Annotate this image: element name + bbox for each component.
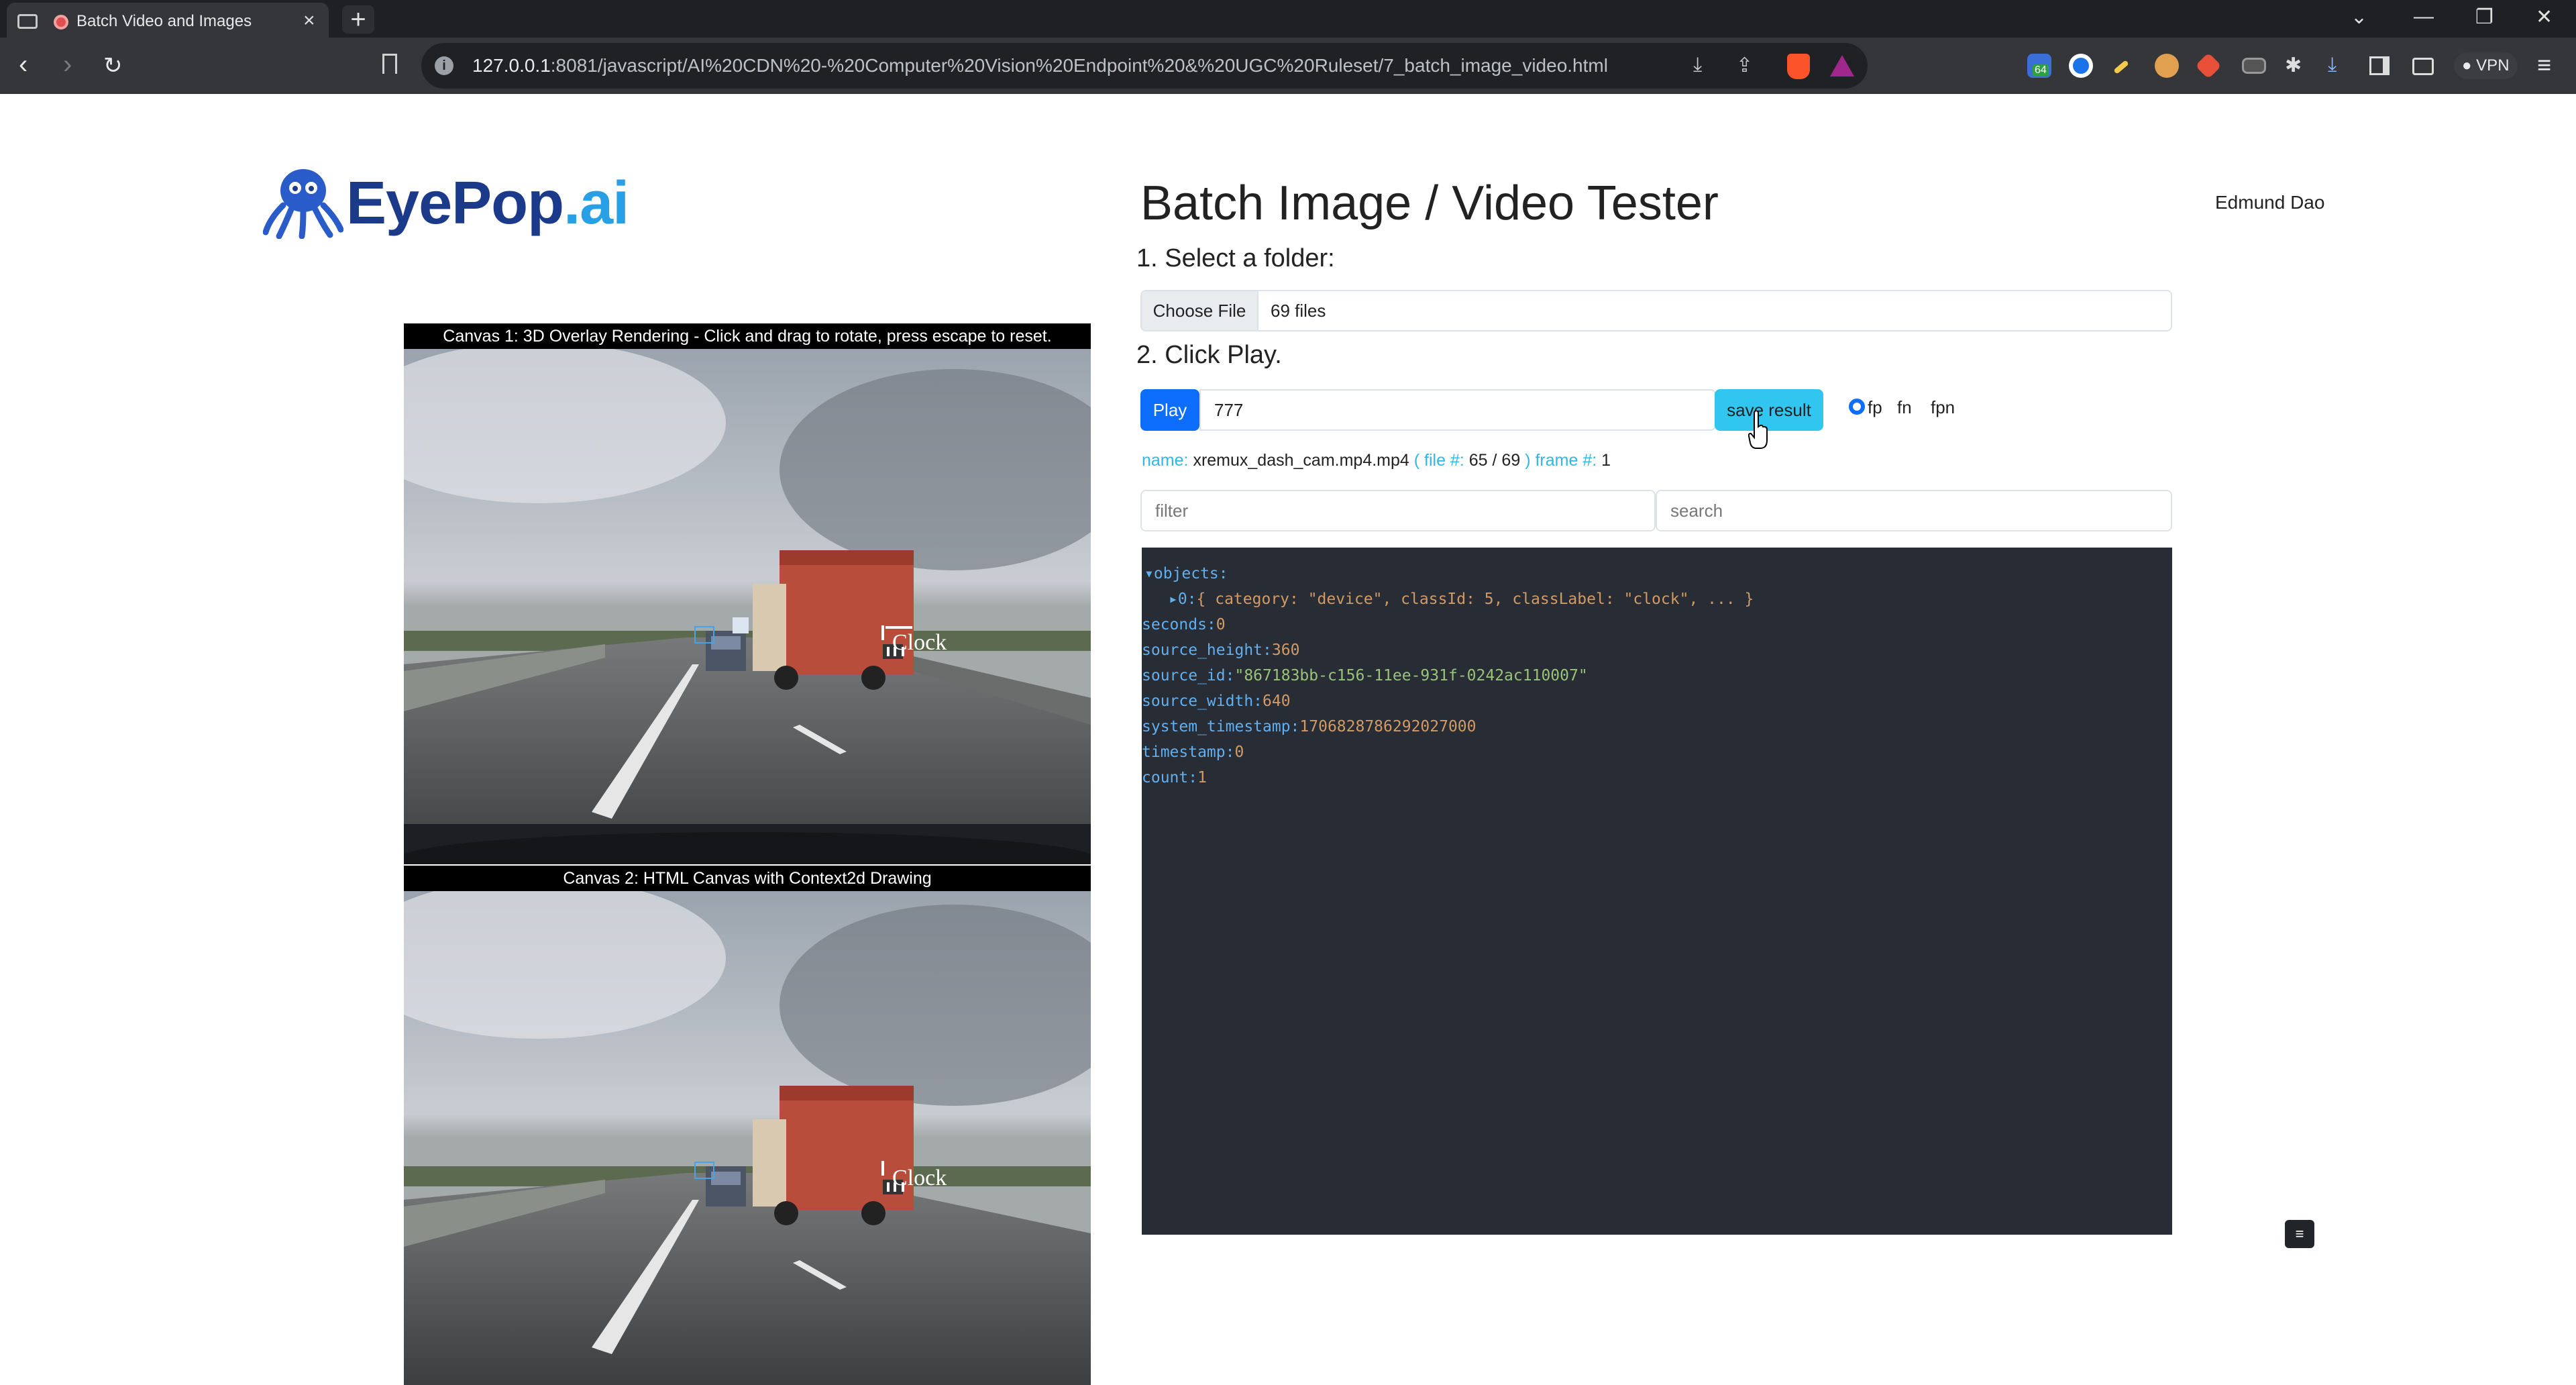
step-1-heading: 1. Select a folder: bbox=[1136, 244, 1335, 272]
canvas-1-3d-overlay[interactable]: Clock bbox=[404, 349, 1091, 864]
close-window-icon[interactable]: ✕ bbox=[2536, 5, 2553, 29]
json-field-timestamp: timestamp:0 bbox=[1142, 743, 1244, 761]
json-field-source-width: source_width:640 bbox=[1142, 692, 1291, 710]
logo-wordmark: EyePop.ai bbox=[346, 170, 629, 237]
json-object-0[interactable]: ▸0:{ category: "device", classId: 5, cla… bbox=[1169, 591, 1754, 608]
brave-shields-icon[interactable] bbox=[1787, 54, 1810, 79]
json-field-count: count:1 bbox=[1142, 769, 1207, 786]
step-2-heading: 2. Click Play. bbox=[1136, 341, 1282, 369]
extensions-puzzle-icon[interactable]: ✱ bbox=[2285, 54, 2302, 77]
detection-label-clock: Clock bbox=[892, 630, 947, 655]
page-title: Batch Image / Video Tester bbox=[1140, 176, 1719, 230]
search-input[interactable]: search bbox=[1656, 490, 2172, 531]
json-objects-key[interactable]: ▾objects: bbox=[1144, 565, 1228, 582]
forward-arrow-icon[interactable]: › bbox=[63, 50, 72, 80]
close-tab-icon[interactable]: × bbox=[303, 9, 315, 32]
wallet-icon[interactable] bbox=[2412, 58, 2434, 75]
browser-tab-active[interactable]: Batch Video and Images × bbox=[7, 3, 329, 38]
extension-circle-icon[interactable] bbox=[2069, 54, 2093, 78]
save-result-button[interactable]: save result bbox=[1715, 389, 1823, 431]
recording-favicon-icon bbox=[54, 15, 68, 30]
radio-fpn-label[interactable]: fpn bbox=[1931, 397, 1955, 418]
browser-menu-icon[interactable]: ≡ bbox=[2537, 51, 2551, 79]
canvas-2-2d-drawing[interactable]: Clock bbox=[404, 891, 1091, 1385]
sidebar-icon[interactable] bbox=[2369, 56, 2390, 75]
choose-file-button[interactable]: Choose File bbox=[1142, 291, 1258, 330]
filter-input[interactable]: filter bbox=[1140, 490, 1656, 531]
json-result-viewer: ▾objects: ▸0:{ category: "device", class… bbox=[1142, 548, 2172, 1235]
tab-title: Batch Video and Images bbox=[76, 12, 252, 30]
new-tab-button[interactable]: + bbox=[342, 5, 374, 34]
downloads-icon[interactable]: ⤓ bbox=[2328, 54, 2337, 76]
restore-icon[interactable]: ❐ bbox=[2475, 5, 2493, 29]
current-file-info: name: xremux_dash_cam.mp4.mp4 ( file #: … bbox=[1142, 451, 1611, 470]
address-bar[interactable]: i 127.0.0.1:8081/javascript/AI%20CDN%20-… bbox=[421, 43, 1868, 89]
vpn-button[interactable]: ● VPN bbox=[2454, 52, 2518, 79]
json-field-source-height: source_height:360 bbox=[1142, 642, 1300, 659]
back-arrow-icon[interactable]: ‹ bbox=[19, 50, 28, 80]
radio-fn-label[interactable]: fn bbox=[1897, 397, 1912, 418]
extension-box-icon[interactable] bbox=[2242, 58, 2266, 74]
cookie-icon[interactable] bbox=[2155, 54, 2179, 78]
share-icon[interactable]: ⇪ bbox=[1736, 54, 1753, 77]
brave-rewards-icon[interactable] bbox=[1830, 55, 1854, 76]
radio-fp-label: fp bbox=[1868, 397, 1882, 417]
json-field-system-timestamp: system_timestamp:1706828786292027000 bbox=[1142, 718, 1477, 735]
minimize-icon[interactable]: — bbox=[2414, 5, 2434, 28]
site-info-icon[interactable]: i bbox=[435, 56, 453, 75]
browser-tab-strip: Batch Video and Images × + ⌄ — ❐ ✕ bbox=[0, 0, 2576, 38]
bookmark-icon[interactable] bbox=[382, 54, 397, 74]
octopus-logo-icon bbox=[263, 169, 343, 239]
reload-icon[interactable]: ↻ bbox=[103, 52, 123, 79]
canvas-1-title: Canvas 1: 3D Overlay Rendering - Click a… bbox=[404, 323, 1091, 349]
tab-search-icon[interactable]: ⌄ bbox=[2351, 5, 2367, 29]
list-icon[interactable]: ≡ bbox=[2285, 1220, 2314, 1248]
vpn-shield-icon: ● bbox=[2462, 56, 2472, 74]
frame-number-input[interactable]: 777 bbox=[1199, 389, 1716, 431]
json-field-source-id: source_id:"867183bb-c156-11ee-931f-0242a… bbox=[1142, 667, 1588, 684]
canvas-2-title: Canvas 2: HTML Canvas with Context2d Dra… bbox=[404, 866, 1091, 891]
file-count-text: 69 files bbox=[1271, 301, 1326, 321]
radio-fp[interactable] bbox=[1849, 399, 1865, 415]
extension-badge-icon[interactable]: 64 bbox=[2027, 54, 2051, 78]
json-field-seconds: seconds:0 bbox=[1142, 616, 1226, 633]
folder-file-input[interactable]: Choose File 69 files bbox=[1140, 290, 2172, 331]
url-text[interactable]: 127.0.0.1:8081/javascript/AI%20CDN%20-%2… bbox=[472, 55, 1608, 76]
file-current-index: 65 bbox=[1468, 451, 1488, 470]
user-name: Edmund Dao bbox=[2215, 192, 2325, 213]
hand-cursor-icon bbox=[1748, 411, 1768, 449]
detection-label-clock-2d: Clock bbox=[892, 1166, 947, 1190]
file-name: xremux_dash_cam.mp4.mp4 bbox=[1193, 451, 1409, 470]
play-button[interactable]: Play bbox=[1140, 389, 1199, 431]
download-icon[interactable]: ⤓ bbox=[1693, 54, 1702, 76]
file-total: 69 bbox=[1501, 451, 1521, 470]
audio-playing-icon[interactable] bbox=[17, 14, 38, 29]
frame-number: 1 bbox=[1601, 451, 1611, 470]
